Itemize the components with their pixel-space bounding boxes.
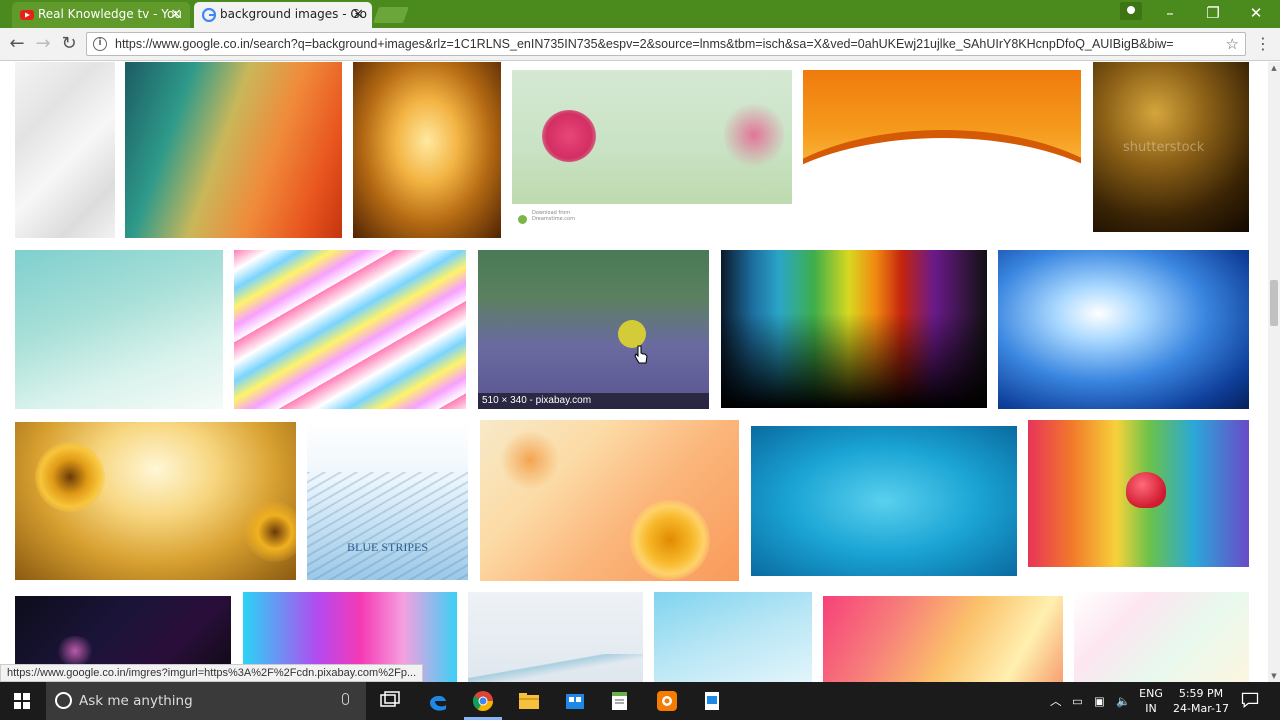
image-result[interactable] (234, 250, 466, 409)
image-result[interactable] (125, 62, 342, 238)
back-button[interactable]: ← (6, 33, 28, 55)
image-results-grid: Download from Dreamstime.com shutterstoc… (0, 62, 1268, 682)
image-result[interactable] (803, 70, 1081, 220)
scroll-down-icon[interactable]: ▼ (1268, 670, 1280, 682)
image-result[interactable] (480, 420, 739, 581)
image-result[interactable] (998, 250, 1249, 409)
image-result[interactable]: BLUE STRIPES (307, 422, 468, 580)
address-bar[interactable]: i https://www.google.co.in/search?q=back… (86, 32, 1246, 56)
language-code: ENG (1139, 687, 1163, 700)
task-view-icon[interactable] (378, 689, 402, 713)
image-result[interactable] (15, 62, 115, 238)
edge-browser-icon[interactable] (426, 689, 450, 713)
restore-button[interactable]: ❐ (1191, 0, 1235, 28)
network-icon[interactable]: ▣ (1094, 682, 1105, 720)
chrome-menu-icon[interactable]: ⋮ (1255, 34, 1271, 54)
tab-youtube[interactable]: Real Knowledge tv - You × (12, 2, 190, 28)
forward-button[interactable]: → (32, 33, 54, 55)
tab-close-icon[interactable]: × (170, 2, 182, 26)
paint-app-icon[interactable] (655, 689, 679, 713)
watermark-text: shutterstock (1123, 140, 1205, 155)
language-region: IN (1145, 702, 1157, 715)
youtube-icon (20, 10, 34, 20)
new-tab-button[interactable] (373, 7, 409, 23)
system-clock[interactable]: 5:59 PM 24-Mar-17 (1172, 686, 1230, 716)
browser-titlebar: Real Knowledge tv - You × background ima… (0, 0, 1280, 28)
page-scrollbar[interactable]: ▲ ▼ (1268, 62, 1280, 682)
image-result[interactable] (721, 250, 987, 408)
tab-google-images[interactable]: background images - Go × (194, 2, 372, 28)
chrome-browser-icon[interactable] (471, 689, 495, 713)
search-placeholder: Ask me anything (79, 693, 193, 709)
document-app-icon[interactable] (700, 689, 724, 713)
image-result[interactable] (15, 422, 296, 580)
show-hidden-icons[interactable]: ︿ (1050, 682, 1062, 720)
tab-close-icon[interactable]: × (352, 2, 364, 26)
watermark-text: Download from Dreamstime.com (532, 210, 575, 222)
scrollbar-thumb[interactable] (1270, 280, 1278, 326)
tab-title: background images - Go (220, 7, 368, 21)
clock-date: 24-Mar-17 (1173, 702, 1229, 715)
link-status-bar: https://www.google.co.in/imgres?imgurl=h… (0, 664, 424, 682)
windows-taskbar: Ask me anything ︿ ▭ ▣ 🔈 ENG IN 5:59 PM 2… (0, 682, 1280, 720)
action-center-icon[interactable] (1240, 690, 1260, 710)
bookmark-star-icon[interactable]: ☆ (1226, 33, 1239, 55)
image-result[interactable]: shutterstock (1093, 62, 1249, 232)
image-result-hovered[interactable]: 510 × 340 - pixabay.com (478, 250, 709, 409)
image-result[interactable]: Download from Dreamstime.com (512, 70, 792, 228)
image-result[interactable] (751, 426, 1017, 576)
reload-button[interactable]: ↻ (58, 33, 80, 55)
image-result[interactable] (468, 592, 643, 682)
language-indicator[interactable]: ENG IN (1136, 686, 1166, 716)
image-result[interactable] (1028, 420, 1249, 581)
minimize-button[interactable]: – (1148, 0, 1192, 28)
image-result[interactable] (15, 250, 223, 409)
image-size-caption: 510 × 340 - pixabay.com (478, 393, 709, 409)
image-result[interactable] (823, 596, 1063, 682)
battery-icon[interactable]: ▭ (1072, 682, 1083, 720)
site-info-icon[interactable]: i (93, 37, 107, 51)
user-profile-icon[interactable] (1120, 2, 1142, 20)
close-window-button[interactable]: ✕ (1234, 0, 1278, 28)
image-result[interactable] (353, 62, 501, 238)
hand-cursor-icon (634, 345, 648, 364)
file-explorer-icon[interactable] (517, 689, 541, 713)
image-result[interactable] (1074, 592, 1249, 682)
tab-title: Real Knowledge tv - You (38, 7, 182, 21)
store-app-icon[interactable] (563, 689, 587, 713)
scroll-up-icon[interactable]: ▲ (1268, 62, 1280, 74)
clock-time: 5:59 PM (1178, 687, 1224, 700)
cortana-icon (55, 692, 72, 709)
address-url[interactable]: https://www.google.co.in/search?q=backgr… (115, 33, 1215, 55)
browser-toolbar: ← → ↻ i https://www.google.co.in/search?… (0, 28, 1280, 61)
image-result[interactable] (654, 592, 812, 682)
microphone-icon[interactable] (342, 693, 349, 705)
notepad-app-icon[interactable] (608, 689, 632, 713)
google-icon (202, 8, 216, 22)
volume-icon[interactable]: 🔈 (1116, 682, 1130, 720)
windows-start-icon[interactable] (14, 693, 30, 709)
cortana-search-box[interactable]: Ask me anything (46, 682, 366, 720)
image-text: BLUE STRIPES (346, 540, 428, 554)
